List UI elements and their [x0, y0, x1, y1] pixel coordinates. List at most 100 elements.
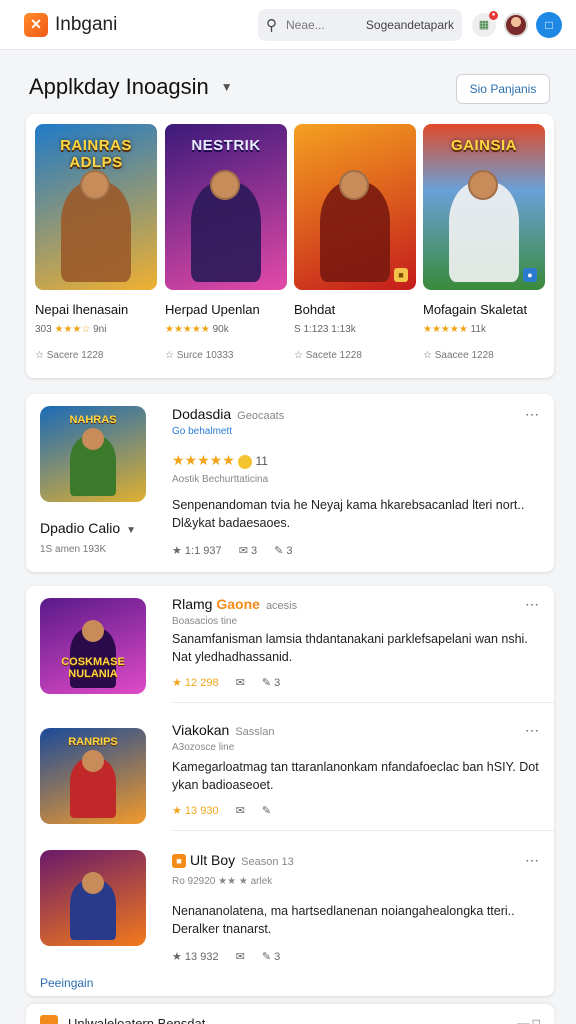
featured-item[interactable]: ■ Bohdat S 1:123 1:13k ☆ Sacete 1228 — [294, 124, 416, 361]
app-title[interactable]: Viakokan Sasslan — [172, 722, 274, 738]
top-bar: ✕ Inbgani ⚲ Neae... Sogeandetapark ▦ ● □ — [0, 0, 576, 50]
thumbnail-title: COSKMASE NULANIA — [61, 656, 125, 680]
featured-art-title: GAINSIA — [450, 137, 517, 154]
action-row: ★ 1:1 937 ✉ 3 ✎ 3 — [172, 544, 307, 557]
see-more-link[interactable]: Peeingain — [40, 976, 93, 990]
featured-item[interactable]: NESTRIK Herpad Upenlan ★★★★★ 90k ☆ Surce… — [165, 124, 287, 361]
message-icon[interactable]: □ — [536, 11, 562, 38]
app-logo-icon[interactable]: ✕ — [24, 12, 48, 37]
search-right-text: Sogeandetapark — [365, 17, 454, 32]
app-title[interactable]: ■ Ult Boy Season 13 — [172, 852, 294, 869]
app-thumbnail[interactable]: NAHRAS — [40, 406, 146, 502]
app-subtitle: Ro 92920 ★★ ★ arlek — [172, 876, 273, 887]
character-head — [82, 620, 104, 642]
search-bar[interactable]: ⚲ Neae... Sogeandetapark — [258, 8, 462, 41]
character-head — [339, 170, 369, 200]
search-icon: ⚲ — [266, 16, 277, 34]
comment-count[interactable]: ✉ — [236, 677, 245, 689]
character-head — [82, 750, 104, 772]
download-count: 1S amen 193K — [40, 544, 107, 555]
share-count[interactable]: ✎ 3 — [262, 677, 280, 689]
featured-meta: ★★★★★ 90k — [165, 324, 229, 335]
badge-icon: ● — [523, 268, 537, 282]
search-placeholder: Neae... — [286, 17, 325, 32]
featured-name: Herpad Upenlan — [165, 302, 260, 317]
section-logo-icon — [40, 1015, 58, 1024]
chevron-down-icon: ▼ — [126, 525, 137, 536]
app-thumbnail[interactable] — [40, 850, 146, 946]
action-row: ★ 12 298 ✉ ✎ 3 — [172, 676, 294, 689]
featured-name: Mofagain Skaletat — [423, 302, 528, 317]
featured-art: RAINRAS ADLPS — [35, 124, 157, 290]
like-count[interactable]: ★ 1:1 937 — [172, 545, 222, 557]
app-detail-card: NAHRAS Dpadio Calio ▼ 1S amen 193K Dodasd… — [26, 394, 554, 572]
notification-dot: ● — [489, 10, 498, 20]
character-head — [82, 872, 104, 894]
featured-name: Nepai lhenasain — [35, 302, 129, 317]
window-icon[interactable]: — □ — [517, 1016, 540, 1024]
store-icon[interactable]: ▦ ● — [472, 10, 498, 37]
character-head — [210, 170, 240, 200]
section-title[interactable]: Applkday Inoagsin ▼ — [29, 74, 233, 100]
more-options-icon[interactable]: ⋯ — [525, 852, 540, 869]
more-options-icon[interactable]: ⋯ — [525, 722, 540, 739]
featured-meta: S 1:123 1:13k — [294, 324, 356, 335]
like-count[interactable]: ★ 13 930 — [172, 805, 219, 817]
featured-name: Bohdat — [294, 302, 336, 317]
more-options-icon[interactable]: ⋯ — [525, 406, 540, 423]
bottom-card: Unlwaleloatern Bensdat — □ — [26, 1004, 554, 1024]
app-thumbnail[interactable]: COSKMASE NULANIA — [40, 598, 146, 694]
app-badge-icon: ■ — [172, 854, 186, 869]
divider — [172, 702, 554, 703]
chevron-down-icon: ▼ — [220, 80, 233, 94]
featured-item[interactable]: GAINSIA ● Mofagain Skaletat ★★★★★ 11k ☆ … — [423, 124, 545, 361]
comment-count[interactable]: ✉ — [236, 805, 245, 817]
more-options-icon[interactable]: ⋯ — [525, 596, 540, 613]
character-head — [82, 428, 104, 450]
share-count[interactable]: ✎ — [262, 805, 271, 817]
app-description: Senpenandoman tvia he Neyaj kama hkarebs… — [172, 498, 525, 530]
action-row: ★ 13 932 ✉ ✎ 3 — [172, 950, 294, 963]
section-title-text: Applkday Inoagsin — [29, 74, 209, 99]
featured-meta: 303 ★★★☆ 9ni — [35, 324, 107, 335]
app-title[interactable]: Dodasdia Geocaats — [172, 406, 284, 422]
thumbnail-title: RANRIPS — [68, 736, 118, 748]
app-subtitle: Boasacios tine — [172, 616, 238, 627]
featured-art: NESTRIK — [165, 124, 287, 290]
app-description: Nenananolatena, ma hartsedlanenan noiang… — [172, 904, 515, 936]
attribution: Aostik Bechurttaticina — [172, 474, 269, 485]
share-count[interactable]: ✎ 3 — [262, 951, 280, 963]
featured-foot: ☆ Saacee 1228 — [423, 350, 494, 361]
badge-icon: ■ — [394, 268, 408, 282]
emoji-icon — [238, 454, 253, 469]
like-count[interactable]: ★ 12 298 — [172, 677, 219, 689]
like-count[interactable]: ★ 13 932 — [172, 951, 219, 963]
section-action-button[interactable]: Sio Panjanis — [456, 74, 550, 104]
app-brand: Inbgani — [55, 13, 118, 35]
featured-art-title: NESTRIK — [191, 137, 261, 154]
divider — [172, 830, 554, 831]
avatar[interactable] — [504, 12, 528, 37]
app-title[interactable]: Rlamg Gaone acesis — [172, 596, 297, 612]
developer-link[interactable]: Go behalmett — [172, 426, 232, 437]
featured-meta: ★★★★★ 11k — [423, 324, 486, 335]
featured-item[interactable]: RAINRAS ADLPS Nepai lhenasain 303 ★★★☆ 9… — [35, 124, 157, 361]
comment-count[interactable]: ✉ 3 — [239, 545, 257, 557]
featured-art-title: RAINRAS ADLPS — [60, 137, 132, 171]
app-name-dropdown[interactable]: Dpadio Calio ▼ — [40, 520, 136, 536]
character-head — [80, 170, 110, 200]
featured-foot: ☆ Surce 10333 — [165, 350, 234, 361]
featured-foot: ☆ Sacete 1228 — [294, 350, 362, 361]
share-count[interactable]: ✎ 3 — [274, 545, 292, 557]
bottom-title: Unlwaleloatern Bensdat — [68, 1016, 206, 1024]
featured-art: GAINSIA ● — [423, 124, 545, 290]
comment-count[interactable]: ✉ — [236, 951, 245, 963]
app-thumbnail[interactable]: RANRIPS — [40, 728, 146, 824]
action-row: ★ 13 930 ✉ ✎ — [172, 804, 285, 817]
character-head — [468, 170, 498, 200]
app-description: Sanamfanisman lamsia thdantanakani parkl… — [172, 632, 528, 664]
app-subtitle: A3ozosce line — [172, 742, 235, 753]
thumbnail-title: NAHRAS — [69, 414, 117, 426]
featured-card: RAINRAS ADLPS Nepai lhenasain 303 ★★★☆ 9… — [26, 114, 554, 378]
app-list-card: COSKMASE NULANIA Rlamg Gaone acesis ⋯ Boa… — [26, 586, 554, 996]
